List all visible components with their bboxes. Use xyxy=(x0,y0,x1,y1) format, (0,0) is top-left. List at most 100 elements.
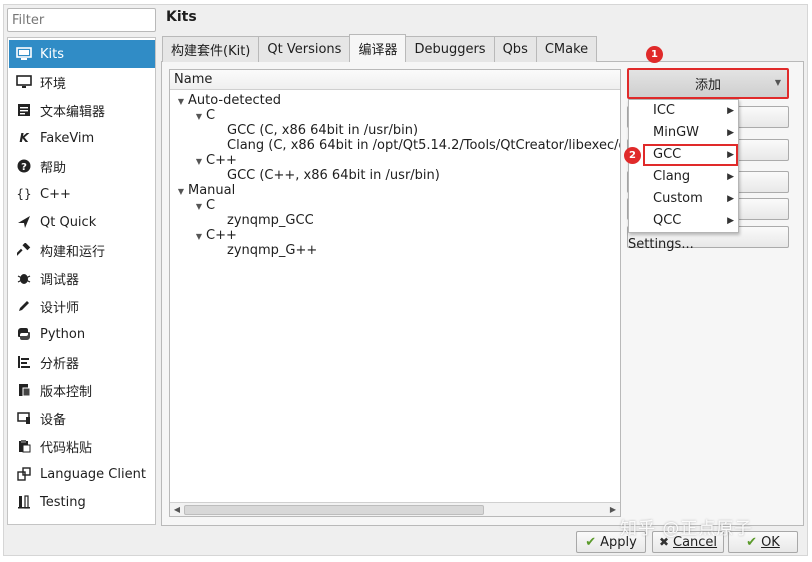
tree-node-c[interactable]: ▼ C xyxy=(192,108,215,123)
help-icon: ? xyxy=(15,157,33,175)
chevron-down-icon[interactable]: ▼ xyxy=(192,154,206,169)
sidebar-item-devices[interactable]: 设备 xyxy=(9,404,155,432)
check-icon: ✔ xyxy=(585,534,597,550)
tree-node-compiler[interactable]: zynqmp_GCC xyxy=(227,213,314,228)
tab-cmake[interactable]: CMake xyxy=(535,36,598,62)
add-compiler-menu: ICC ▶ MinGW ▶ GCC ▶ Clang ▶ Custom ▶ QCC ▶ xyxy=(628,99,739,233)
menu-item-icc[interactable]: ICC ▶ xyxy=(629,100,738,122)
sidebar-item-label: 构建和运行 xyxy=(40,244,106,260)
sidebar-item-language-client[interactable]: Language Client xyxy=(9,460,155,488)
tree-node-compiler[interactable]: GCC (C++, x86 64bit in /usr/bin) xyxy=(227,168,440,183)
compiler-tree[interactable]: Name ▼ Auto-detected ▼ C GCC (C, x86 64bit… xyxy=(169,69,621,517)
sidebar-item-code-paster[interactable]: 代码粘贴 xyxy=(9,432,155,460)
add-button[interactable]: 添加 ▼ xyxy=(627,68,789,99)
hammer-icon xyxy=(15,241,33,259)
tree-node-c[interactable]: ▼ C xyxy=(192,198,215,213)
sidebar-item-label: 文本编辑器 xyxy=(40,104,106,120)
sidebar-item-analyzer[interactable]: 分析器 xyxy=(9,348,155,376)
chevron-down-icon[interactable]: ▼ xyxy=(192,229,206,244)
horizontal-scrollbar[interactable]: ◀ ▶ xyxy=(170,502,620,516)
sidebar-item-label: FakeVim xyxy=(40,130,95,146)
submenu-arrow-icon: ▶ xyxy=(727,172,734,182)
sidebar-item-label: 调试器 xyxy=(40,272,80,288)
scroll-left-icon[interactable]: ◀ xyxy=(170,504,184,516)
watermark: 知乎 @正点原子 xyxy=(620,519,753,539)
tree-node-compiler[interactable]: Clang (C, x86 64bit in /opt/Qt5.14.2/Too… xyxy=(227,138,620,153)
filter-input[interactable] xyxy=(7,8,156,32)
tree-node-cpp[interactable]: ▼ C++ xyxy=(192,228,237,243)
tab-debuggers[interactable]: Debuggers xyxy=(405,36,495,62)
step-badge-1: 1 xyxy=(646,46,663,63)
version-control-icon xyxy=(15,381,33,399)
sidebar-item-help[interactable]: ? 帮助 xyxy=(9,152,155,180)
submenu-arrow-icon: ▶ xyxy=(727,216,734,226)
paste-icon xyxy=(15,437,33,455)
sidebar-item-qt-quick[interactable]: Qt Quick xyxy=(9,208,155,236)
sidebar-item-label: 环境 xyxy=(40,76,67,92)
submenu-arrow-icon: ▶ xyxy=(727,128,734,138)
sidebar-item-environment[interactable]: 环境 xyxy=(9,68,155,96)
tab-compilers[interactable]: 编译器 xyxy=(349,34,407,62)
menu-item-mingw[interactable]: MinGW ▶ xyxy=(629,122,738,144)
sidebar-item-label: 设备 xyxy=(40,412,67,428)
desktop-icon xyxy=(15,73,33,91)
tree-node-manual[interactable]: ▼ Manual xyxy=(174,183,235,198)
braces-icon: {} xyxy=(16,187,32,201)
sidebar-item-testing[interactable]: Testing xyxy=(9,488,155,516)
tab-kits[interactable]: 构建套件(Kit) xyxy=(162,36,260,62)
fakevim-icon: K xyxy=(19,131,29,145)
tree-header-name[interactable]: Name xyxy=(170,70,620,90)
tree-node-compiler[interactable]: GCC (C, x86 64bit in /usr/bin) xyxy=(227,123,418,138)
svg-text:?: ? xyxy=(21,162,27,173)
chevron-down-icon[interactable]: ▼ xyxy=(192,109,206,124)
sidebar-item-label: Testing xyxy=(40,494,86,510)
sidebar-item-version-control[interactable]: 版本控制 xyxy=(9,376,155,404)
tab-bar: 构建套件(Kit) Qt Versions 编译器 Debuggers Qbs … xyxy=(162,34,598,62)
sidebar-item-designer[interactable]: 设计师 xyxy=(9,292,155,320)
menu-item-clang[interactable]: Clang ▶ xyxy=(629,166,738,188)
sidebar-item-text-editor[interactable]: 文本编辑器 xyxy=(9,96,155,124)
sidebar-item-label: Kits xyxy=(40,46,65,62)
sidebar-item-label: 设计师 xyxy=(40,300,80,316)
sidebar-item-label: Python xyxy=(40,326,86,342)
analyzer-icon xyxy=(15,353,33,371)
testing-icon xyxy=(15,493,33,511)
sidebar-item-label: 代码粘贴 xyxy=(40,440,93,456)
page-title: Kits xyxy=(166,9,197,25)
sidebar-item-debugger[interactable]: 调试器 xyxy=(9,264,155,292)
sidebar-item-label: 帮助 xyxy=(40,160,67,176)
chevron-down-icon[interactable]: ▼ xyxy=(174,94,188,109)
chevron-down-icon[interactable]: ▼ xyxy=(174,184,188,199)
tree-node-auto-detected[interactable]: ▼ Auto-detected xyxy=(174,93,281,108)
tree-node-cpp[interactable]: ▼ C++ xyxy=(192,153,237,168)
step-badge-2: 2 xyxy=(624,147,641,164)
python-icon xyxy=(15,325,33,343)
tree-node-compiler[interactable]: zynqmp_G++ xyxy=(227,243,317,258)
sidebar-item-label: 分析器 xyxy=(40,356,80,372)
scroll-right-icon[interactable]: ▶ xyxy=(606,504,620,516)
submenu-arrow-icon: ▶ xyxy=(727,150,734,160)
sidebar-item-python[interactable]: Python xyxy=(9,320,155,348)
sidebar-item-label: Language Client xyxy=(40,466,146,482)
device-icon xyxy=(15,409,33,427)
sidebar-item-cpp[interactable]: {} C++ xyxy=(9,180,155,208)
sidebar-item-build-run[interactable]: 构建和运行 xyxy=(9,236,155,264)
language-client-icon xyxy=(15,465,33,483)
sidebar: Kits 环境 文本编辑器 K FakeVim ? 帮助 {} C++ Qt Q… xyxy=(7,37,156,525)
menu-item-qcc[interactable]: QCC ▶ xyxy=(629,210,738,232)
pencil-icon xyxy=(15,297,33,315)
menu-item-custom[interactable]: Custom ▶ xyxy=(629,188,738,210)
text-editor-icon xyxy=(15,101,33,119)
chevron-down-icon[interactable]: ▼ xyxy=(192,199,206,214)
dropdown-arrow-icon: ▼ xyxy=(774,78,781,87)
menu-item-gcc[interactable]: GCC ▶ xyxy=(643,144,738,166)
scrollbar-thumb[interactable] xyxy=(184,505,484,515)
sidebar-item-fakevim[interactable]: K FakeVim xyxy=(9,124,155,152)
sidebar-item-label: 版本控制 xyxy=(40,384,93,400)
tab-qt-versions[interactable]: Qt Versions xyxy=(258,36,351,62)
submenu-arrow-icon: ▶ xyxy=(727,106,734,116)
sidebar-item-label: C++ xyxy=(40,186,71,202)
sidebar-item-kits[interactable]: Kits xyxy=(9,40,155,68)
submenu-arrow-icon: ▶ xyxy=(727,194,734,204)
tab-qbs[interactable]: Qbs xyxy=(493,36,537,62)
